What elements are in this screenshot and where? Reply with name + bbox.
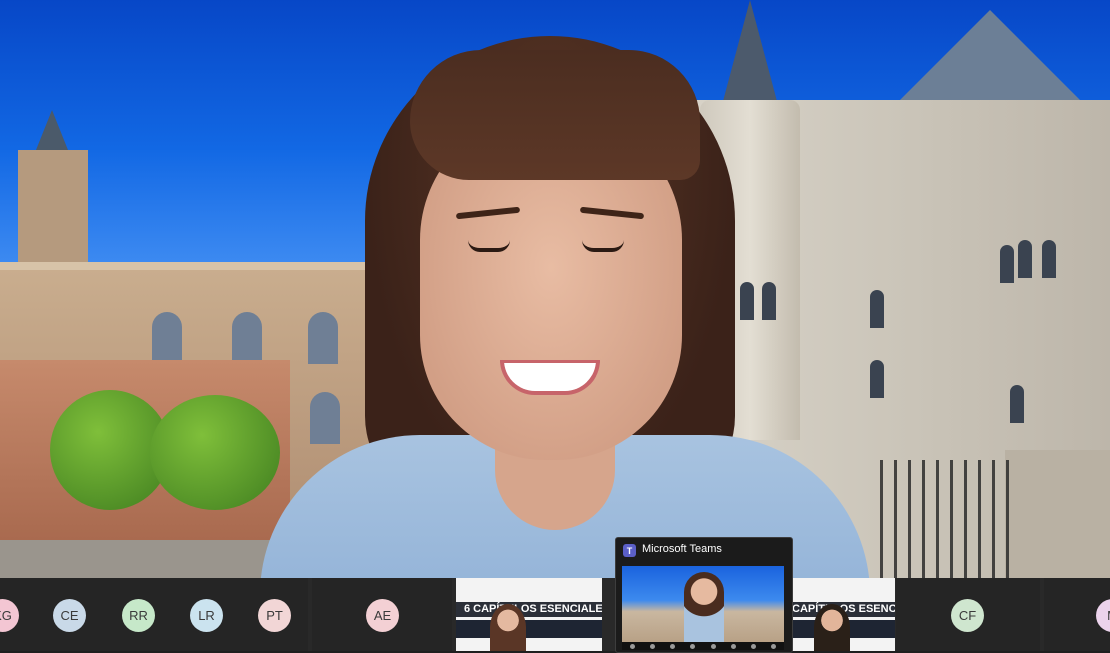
toolbar-dot-icon[interactable] bbox=[649, 643, 655, 649]
participant-video bbox=[490, 604, 526, 651]
palace-window bbox=[870, 360, 884, 398]
avatar-initials: PT bbox=[266, 608, 283, 623]
speaker-thumbnail bbox=[684, 572, 724, 642]
palace-window bbox=[1042, 240, 1056, 278]
popup-title: Microsoft Teams bbox=[642, 543, 722, 555]
participant-avatar[interactable]: LR bbox=[190, 599, 223, 632]
palace-window bbox=[1000, 245, 1014, 283]
plaza-ground bbox=[0, 540, 290, 578]
speaker-eye bbox=[582, 240, 624, 252]
slide-heading: 6 CAPÍTULOS ESENCIALES bbox=[456, 602, 602, 617]
palace-window bbox=[1018, 240, 1032, 278]
cathedral-window bbox=[152, 312, 182, 364]
teams-icon: T bbox=[623, 544, 636, 557]
participant-avatar[interactable]: RR bbox=[122, 599, 155, 632]
toolbar-dot-icon[interactable] bbox=[751, 643, 757, 649]
slide-banner bbox=[456, 620, 602, 638]
shared-content-tile[interactable]: 6 CAPÍTULOS ESENCIALES bbox=[456, 578, 602, 651]
cathedral-window bbox=[232, 312, 262, 364]
speaker bbox=[260, 30, 870, 578]
palace-window bbox=[870, 290, 884, 328]
teams-preview-popup[interactable]: T Microsoft Teams bbox=[615, 537, 793, 653]
palace-roof bbox=[900, 10, 1080, 100]
palace-window bbox=[1010, 385, 1024, 423]
participant-avatar[interactable]: AE bbox=[366, 599, 399, 632]
avatar-initials: AE bbox=[373, 608, 392, 623]
window-thumbnail[interactable] bbox=[622, 566, 784, 642]
avatar-initials: CE bbox=[60, 608, 79, 623]
participant-video bbox=[814, 604, 850, 651]
avatar-initials: LR bbox=[198, 608, 215, 623]
avatar-initials: KG bbox=[0, 608, 12, 623]
thumbnail-toolbar bbox=[622, 642, 784, 650]
toolbar-dot-icon[interactable] bbox=[690, 643, 696, 649]
cathedral-tower bbox=[18, 150, 88, 280]
speaker-fringe bbox=[410, 50, 700, 180]
toolbar-dot-icon[interactable] bbox=[670, 643, 676, 649]
participant-avatar[interactable]: PT bbox=[258, 599, 291, 632]
avatar-initials: RR bbox=[129, 608, 148, 623]
shared-content-tile[interactable]: CAPÍTULOS ESENCIALES bbox=[792, 578, 895, 651]
toolbar-dot-icon[interactable] bbox=[710, 643, 716, 649]
avatar-initials: CF bbox=[958, 608, 977, 623]
toolbar-dot-icon[interactable] bbox=[730, 643, 736, 649]
participant-avatar[interactable]: CF bbox=[951, 599, 984, 632]
stone-wall bbox=[1005, 450, 1110, 578]
participant-strip: KG CE RR LR PT AE CF M 6 CAPÍTULOS ESENC… bbox=[0, 578, 1110, 651]
speaker-eye bbox=[468, 240, 510, 252]
toolbar-dot-icon[interactable] bbox=[771, 643, 777, 649]
toolbar-dot-icon[interactable] bbox=[629, 643, 635, 649]
iron-fence bbox=[880, 460, 1010, 578]
main-video-feed bbox=[0, 0, 1110, 578]
participant-avatar[interactable]: CE bbox=[53, 599, 86, 632]
